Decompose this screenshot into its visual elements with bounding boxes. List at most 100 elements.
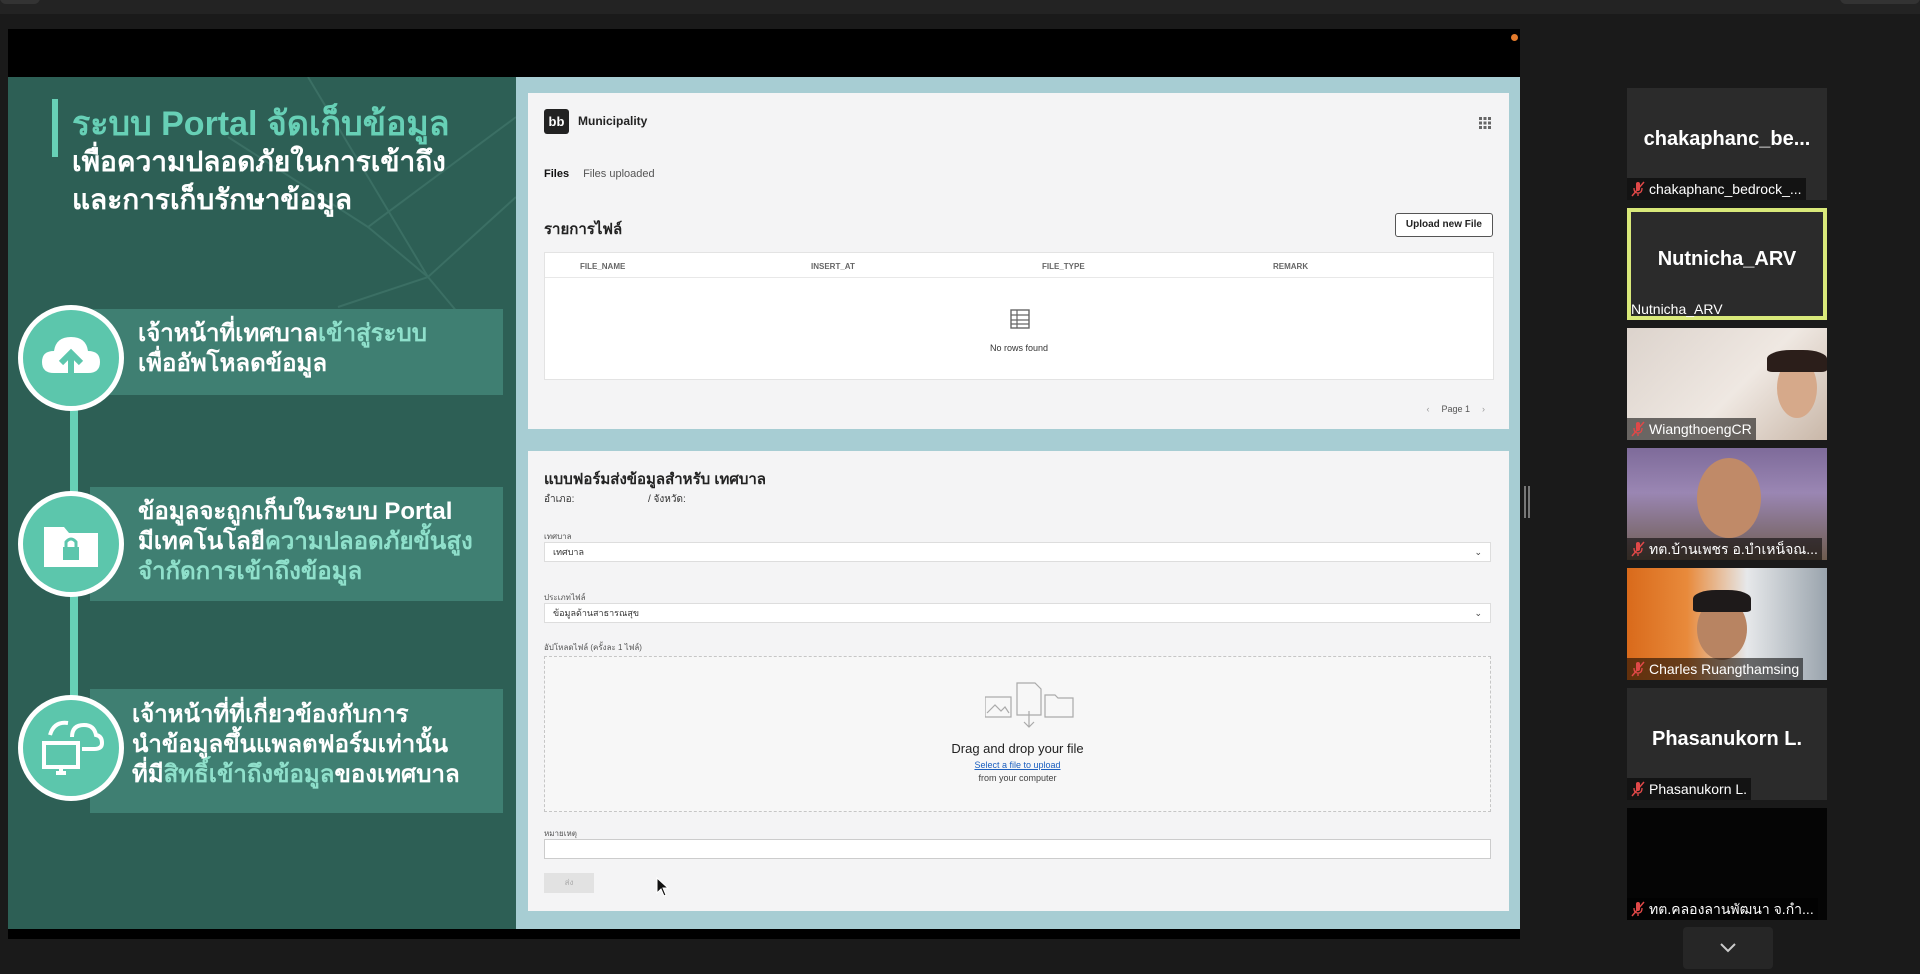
next-page-icon[interactable]: ›: [1482, 404, 1485, 414]
cloud-upload-icon: [42, 337, 100, 379]
computer-cloud-sync-icon: [42, 720, 105, 775]
feature1-part-c: เพื่ออัพโหลดข้อมูล: [138, 350, 328, 377]
feature3-line-2: นำข้อมูลขึ้นแพลตฟอร์มเท่านั้น: [132, 731, 449, 758]
mic-muted-icon: [1631, 421, 1645, 437]
page-label: Page 1: [1441, 404, 1470, 414]
feature2-part-b: ความปลอดภัยขั้นสูง: [264, 528, 473, 555]
table-empty-icon: [1010, 309, 1030, 329]
file-type-select-value: ข้อมูลด้านสาธารณสุข: [553, 608, 639, 618]
column-header[interactable]: FILE_NAME: [580, 262, 625, 271]
files-card: bb Municipality Files Files uploaded ราย…: [528, 93, 1509, 429]
participant-video-tile[interactable]: Charles Ruangthamsing: [1627, 568, 1827, 680]
brand-logo: bb: [544, 109, 569, 134]
participant-name: ทต.คลองลานพัฒนา จ.กำ...: [1649, 901, 1814, 917]
apps-grid-icon[interactable]: [1479, 117, 1491, 129]
chevron-down-icon: [1720, 943, 1736, 953]
submission-form-card: แบบฟอร์มส่งข้อมูลสำหรับ เทศบาล อำเภอ: / …: [528, 451, 1509, 911]
mic-muted-icon: [1631, 541, 1645, 557]
feature2-line-1: ข้อมูลจะถูกเก็บในระบบ Portal: [138, 498, 453, 525]
meeting-window: ระบบ Portal จัดเก็บข้อมูล เพื่อความปลอดภ…: [0, 0, 1920, 974]
note-input[interactable]: [544, 839, 1491, 859]
participant-label: chakaphanc_bedrock_...: [1627, 178, 1806, 200]
municipality-select-value: เทศบาล: [553, 547, 585, 557]
participant-name: Charles Ruangthamsing: [1649, 661, 1800, 677]
panel-resize-handle[interactable]: [1524, 486, 1530, 518]
participant-tile-active-speaker[interactable]: Nutnicha_ARV Nutnicha_ARV: [1627, 208, 1827, 320]
feature3-part-c: ที่มี: [132, 761, 164, 788]
locked-folder-icon: [44, 527, 98, 567]
upload-new-file-button[interactable]: Upload new File: [1394, 213, 1493, 237]
participant-label: Phasanukorn L.: [1627, 778, 1752, 800]
feature-text-access: เจ้าหน้าที่ที่เกี่ยวข้องกับการ นำข้อมูลข…: [132, 700, 460, 790]
participant-label: Charles Ruangthamsing: [1627, 658, 1804, 680]
top-bar: [0, 0, 1920, 14]
participant-name: WiangthoengCR: [1649, 421, 1752, 437]
participant-video-tile[interactable]: ทต.คลองลานพัฒนา จ.กำ...: [1627, 808, 1827, 920]
participant-name-large: chakaphanc_be...: [1643, 128, 1811, 150]
province-label: / จังหวัด:: [648, 494, 686, 505]
participant-label: ทต.คลองลานพัฒนา จ.กำ...: [1627, 898, 1818, 920]
column-header[interactable]: REMARK: [1273, 262, 1308, 271]
select-file-link[interactable]: Select a file to upload: [545, 760, 1490, 770]
form-title: แบบฟอร์มส่งข้อมูลสำหรับ เทศบาล: [544, 471, 766, 488]
chevron-down-icon: ⌄: [1474, 547, 1482, 557]
cloud-sync-badge: [18, 695, 124, 801]
mouse-cursor-icon: [656, 877, 670, 897]
participant-tile[interactable]: chakaphanc_be... chakaphanc_bedrock_...: [1627, 88, 1827, 200]
feature3-part-b: กับการ: [337, 701, 409, 728]
mic-muted-icon: [1631, 661, 1645, 677]
top-right-control[interactable]: [1840, 0, 1920, 4]
participant-name: ทต.บ้านเพชร อ.บำเหน็จณ...: [1649, 541, 1818, 557]
upload-field-label: อัปโหลดไฟล์ (ครั้งละ 1 ไฟล์): [544, 643, 642, 652]
participant-label: ทต.บ้านเพชร อ.บำเหน็จณ...: [1627, 538, 1822, 560]
table-header: FILE_NAME INSERT_AT FILE_TYPE REMARK: [545, 253, 1493, 278]
pagination: ‹ Page 1 ›: [1426, 404, 1485, 414]
municipality-select[interactable]: เทศบาล ⌄: [544, 542, 1491, 562]
slide-title: ระบบ Portal จัดเก็บข้อมูล เพื่อความปลอดภ…: [72, 105, 512, 219]
feature-text-login: เจ้าหน้าที่เทศบาลเข้าสู่ระบบ เพื่ออัพโหล…: [138, 319, 427, 379]
video-feed: [1767, 350, 1827, 372]
participant-label: Nutnicha_ARV: [1627, 298, 1727, 320]
feature-text-security: ข้อมูลจะถูกเก็บในระบบ Portal มีเทคโนโลยี…: [138, 497, 473, 587]
participant-label: WiangthoengCR: [1627, 418, 1756, 440]
top-left-control[interactable]: [0, 0, 40, 4]
feature3-part-e: ของเทศบาล: [334, 761, 460, 788]
prev-page-icon[interactable]: ‹: [1426, 404, 1429, 414]
video-feed: [1697, 458, 1761, 538]
brand-name: Municipality: [578, 114, 648, 128]
participant-name: Phasanukorn L.: [1649, 781, 1748, 797]
app-tabs: Files Files uploaded: [544, 168, 655, 180]
feature1-part-b: เข้าสู่ระบบ: [317, 320, 427, 347]
tab-files[interactable]: Files: [544, 168, 569, 180]
submit-button[interactable]: ส่ง: [544, 873, 594, 893]
presentation-slide: ระบบ Portal จัดเก็บข้อมูล เพื่อความปลอดภ…: [8, 77, 516, 929]
files-table: FILE_NAME INSERT_AT FILE_TYPE REMARK No …: [544, 252, 1494, 380]
dropzone-title: Drag and drop your file: [951, 741, 1084, 756]
file-dropzone[interactable]: Drag and drop your file Select a file to…: [544, 656, 1491, 812]
column-header[interactable]: FILE_TYPE: [1042, 262, 1085, 271]
chevron-down-icon: ⌄: [1474, 608, 1482, 618]
files-section-title: รายการไฟล์: [544, 221, 623, 238]
portal-app-screenshot: bb Municipality Files Files uploaded ราย…: [516, 77, 1520, 929]
feature2-part-c: จำกัดการเข้าถึงข้อมูล: [138, 558, 363, 585]
scroll-participants-button[interactable]: [1683, 927, 1773, 969]
participant-video-tile[interactable]: WiangthoengCR: [1627, 328, 1827, 440]
feature3-part-a: เจ้าหน้าที่ที่เกี่ยวข้อง: [132, 701, 338, 728]
file-type-select[interactable]: ข้อมูลด้านสาธารณสุข ⌄: [544, 603, 1491, 623]
column-header[interactable]: INSERT_AT: [811, 262, 855, 271]
empty-state-text: No rows found: [989, 343, 1049, 353]
participant-name: Nutnicha_ARV: [1631, 301, 1723, 317]
title-line-2: เพื่อความปลอดภัยในการเข้าถึง: [72, 146, 446, 177]
title-line-1: ระบบ Portal จัดเก็บข้อมูล: [72, 105, 450, 143]
file-types-icon: [985, 682, 1074, 728]
amphoe-label: อำเภอ:: [544, 494, 575, 505]
video-feed: [1693, 590, 1751, 612]
dropzone-subtitle: from your computer: [978, 773, 1057, 783]
participant-video-tile[interactable]: ทต.บ้านเพชร อ.บำเหน็จณ...: [1627, 448, 1827, 560]
secure-folder-badge: [18, 491, 124, 597]
mic-muted-icon: [1631, 901, 1645, 917]
feature2-part-a: มีเทคโนโลยี: [138, 528, 265, 555]
mic-muted-icon: [1631, 781, 1645, 797]
participant-tile[interactable]: Phasanukorn L. Phasanukorn L.: [1627, 688, 1827, 800]
tab-files-uploaded[interactable]: Files uploaded: [583, 168, 655, 180]
